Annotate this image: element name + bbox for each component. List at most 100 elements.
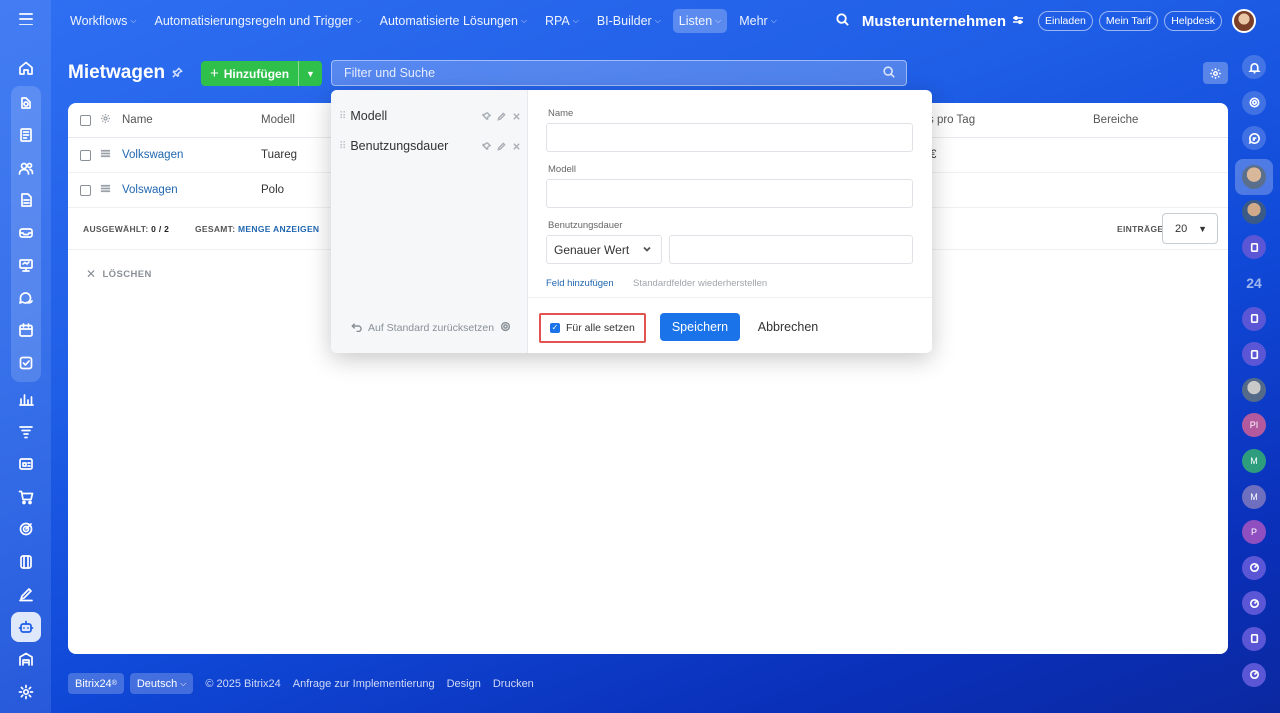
funnel-icon[interactable] [11, 417, 41, 447]
name-field[interactable] [546, 123, 913, 152]
bitrix24-brand-button[interactable]: Bitrix24 ® [68, 673, 124, 694]
nav-item-automated-solutions[interactable]: Automatisierte Lösungen ⌵ [374, 9, 533, 33]
menu-icon[interactable] [18, 13, 33, 25]
print-link[interactable]: Drucken [493, 678, 534, 690]
column-header-name[interactable]: Name [122, 114, 153, 126]
avatar[interactable] [1242, 199, 1266, 224]
automation-robot-icon[interactable] [10, 611, 41, 642]
avatar[interactable]: M [1242, 484, 1266, 509]
avatar[interactable]: M [1242, 448, 1266, 473]
sites-icon[interactable] [11, 449, 41, 479]
add-button-main[interactable]: + Hinzufügen [201, 61, 298, 86]
show-count-link[interactable]: MENGE ANZEIGEN [238, 224, 319, 234]
copilot-chat-icon[interactable] [1242, 591, 1266, 616]
calendar-icon[interactable] [11, 315, 41, 345]
warehouse-icon[interactable] [11, 644, 41, 674]
contacts-icon[interactable] [11, 153, 41, 183]
drag-handle-icon[interactable]: ⠿ [339, 111, 346, 122]
edit-icon[interactable] [497, 141, 506, 151]
bell-icon[interactable] [1242, 55, 1266, 79]
nav-item-more[interactable]: Mehr ⌵ [733, 9, 783, 33]
messenger-icon[interactable] [1242, 126, 1266, 151]
duration-mode-select[interactable]: Genauer Wert [546, 235, 662, 264]
presentation-icon[interactable] [11, 250, 41, 280]
column-header-price[interactable]: s pro Tag [928, 114, 975, 126]
close-icon[interactable] [512, 142, 521, 151]
document-icon[interactable] [11, 185, 41, 215]
design-link[interactable]: Design [447, 678, 481, 690]
tariff-button[interactable]: Mein Tarif [1098, 11, 1159, 31]
save-button[interactable]: Speichern [660, 313, 740, 341]
nav-item-lists[interactable]: Listen ⌵ [672, 9, 728, 33]
edit-icon[interactable] [497, 111, 506, 121]
row-checkbox[interactable] [80, 149, 91, 161]
reset-to-default-link[interactable]: Auf Standard zurücksetzen [351, 321, 511, 335]
projects-icon[interactable] [11, 547, 41, 577]
nav-item-rpa[interactable]: RPA ⌵ [539, 9, 585, 33]
copilot-icon[interactable] [1242, 90, 1266, 115]
group-chat-icon[interactable] [1242, 306, 1266, 331]
settings-icon[interactable] [11, 677, 41, 707]
copilot-chat-icon[interactable] [1242, 662, 1266, 687]
pin-icon[interactable] [482, 111, 491, 121]
pin-icon[interactable] [482, 141, 491, 151]
analytics-icon[interactable] [11, 384, 41, 414]
implementation-request-link[interactable]: Anfrage zur Implementierung [293, 678, 435, 690]
filter-preset[interactable]: ⠿ Benutzungsdauer [331, 131, 527, 161]
nav-item-bi-builder[interactable]: BI-Builder ⌵ [591, 9, 667, 33]
shop-icon[interactable] [11, 482, 41, 512]
sliders-icon[interactable] [1012, 14, 1024, 29]
add-field-link[interactable]: Feld hinzufügen [546, 278, 614, 289]
entries-per-page-select[interactable]: 20 ▼ [1162, 213, 1218, 244]
restore-default-fields-link[interactable]: Standardfelder wiederherstellen [633, 278, 767, 289]
company-name[interactable]: Musterunternehmen [862, 13, 1006, 30]
add-button[interactable]: + Hinzufügen ▼ [201, 61, 322, 86]
row-name-link[interactable]: Volswagen [122, 184, 178, 196]
language-select[interactable]: Deutsch ⌵ [129, 673, 194, 694]
sign-icon[interactable] [11, 579, 41, 609]
close-icon[interactable] [512, 112, 521, 121]
nav-item-workflows[interactable]: Workflows ⌵ [64, 9, 143, 33]
search-icon[interactable] [835, 12, 850, 30]
search-icon[interactable] [882, 65, 896, 82]
column-header-model[interactable]: Modell [261, 114, 295, 126]
drag-handle-icon[interactable]: ⠿ [339, 141, 346, 152]
pin-icon[interactable] [165, 62, 183, 84]
user-avatar[interactable] [1232, 9, 1256, 33]
filter-preset[interactable]: ⠿ Modell [331, 101, 527, 131]
group-chat-icon[interactable] [1242, 342, 1266, 367]
gear-icon[interactable] [494, 321, 511, 335]
marketing-icon[interactable] [11, 514, 41, 544]
avatar[interactable]: PI [1242, 413, 1266, 438]
chat-icon[interactable] [11, 283, 41, 313]
avatar[interactable] [1242, 377, 1266, 402]
group-chat-icon[interactable] [1242, 626, 1266, 651]
home-icon[interactable] [11, 53, 41, 83]
filter-search-input[interactable] [344, 66, 882, 80]
inbox-icon[interactable] [11, 218, 41, 248]
list-settings-button[interactable] [1203, 62, 1228, 84]
nav-item-automation-rules[interactable]: Automatisierungsregeln und Trigger ⌵ [149, 9, 368, 33]
group-chat-icon[interactable] [1242, 235, 1266, 260]
contact-avatar-selected[interactable] [1235, 158, 1273, 195]
column-header-areas[interactable]: Bereiche [1093, 114, 1138, 126]
model-field[interactable] [546, 179, 913, 208]
automation-icon[interactable] [11, 88, 41, 118]
helpdesk-button[interactable]: Helpdesk [1164, 11, 1222, 31]
row-menu-icon[interactable] [100, 148, 111, 162]
feed-icon[interactable] [11, 120, 41, 150]
cancel-button[interactable]: Abbrechen [752, 313, 824, 341]
gear-icon[interactable] [100, 113, 111, 127]
tasks-icon[interactable] [11, 348, 41, 378]
row-menu-icon[interactable] [100, 183, 111, 197]
avatar[interactable]: P [1242, 520, 1266, 545]
duration-value-field[interactable] [669, 235, 913, 264]
chevron-down-icon[interactable]: ▼ [298, 61, 322, 86]
set-for-all-checkbox[interactable]: ✓ Für alle setzen [539, 313, 646, 343]
copilot-chat-icon[interactable] [1242, 555, 1266, 580]
select-all-checkbox[interactable] [80, 114, 91, 126]
checkmark-icon[interactable]: ✓ [550, 323, 560, 333]
delete-button[interactable]: ✕ LÖSCHEN [86, 267, 152, 281]
filter-search-bar[interactable] [331, 60, 907, 86]
invite-button[interactable]: Einladen [1038, 11, 1093, 31]
